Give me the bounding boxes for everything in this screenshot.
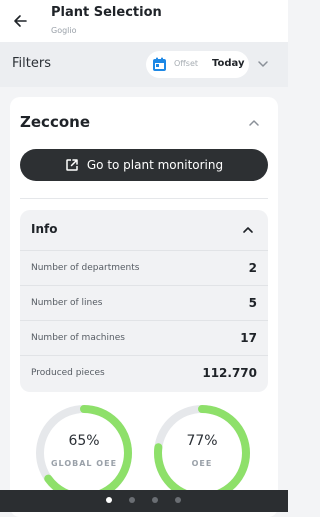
chevron-down-icon[interactable] <box>256 57 270 71</box>
filter-bar: Filters Offset Today <box>0 42 288 87</box>
go-to-plant-monitoring-button[interactable]: Go to plant monitoring <box>20 149 268 181</box>
row-value: 2 <box>248 261 257 275</box>
chevron-up-icon[interactable] <box>248 117 260 129</box>
gauge-value: 65% <box>68 433 100 449</box>
page-dot[interactable] <box>152 497 158 503</box>
date-offset-selector[interactable]: Offset Today <box>146 51 249 78</box>
oee-gauge: 77% OEE <box>152 403 252 503</box>
global-oee-gauge: 65% GLOBAL OEE <box>34 403 134 503</box>
open-external-icon <box>66 159 78 171</box>
info-row-departments: Number of departments 2 <box>20 250 268 286</box>
row-label: Produced pieces <box>31 368 105 378</box>
gauge-label: OEE <box>191 459 213 468</box>
page-dot[interactable] <box>129 497 135 503</box>
gauge-value: 77% <box>186 433 218 449</box>
divider <box>20 198 268 199</box>
calendar-icon <box>153 57 166 71</box>
page-dot[interactable] <box>106 497 112 503</box>
app-bar: Plant Selection Goglio <box>0 0 288 42</box>
info-title: Info <box>31 222 58 236</box>
date-value: Today <box>212 58 245 69</box>
info-row-produced-pieces: Produced pieces 112.770 <box>20 355 268 391</box>
page-subtitle: Goglio <box>51 26 77 35</box>
row-value: 5 <box>248 296 257 310</box>
gauge-label: GLOBAL OEE <box>50 459 118 468</box>
chevron-up-icon[interactable] <box>242 224 254 236</box>
plant-card: Zeccone Go to plant monitoring Info Numb… <box>10 97 278 517</box>
row-value: 17 <box>240 331 257 345</box>
monitor-button-label: Go to plant monitoring <box>86 158 224 172</box>
info-row-machines: Number of machines 17 <box>20 320 268 356</box>
offset-label: Offset <box>174 59 199 68</box>
arrow-left-icon <box>14 15 27 27</box>
row-label: Number of lines <box>31 298 103 308</box>
info-panel: Info Number of departments 2 Number of l… <box>20 210 268 392</box>
info-row-lines: Number of lines 5 <box>20 285 268 321</box>
page-indicator <box>0 490 288 512</box>
row-label: Number of departments <box>31 263 140 273</box>
page-dot[interactable] <box>175 497 181 503</box>
row-label: Number of machines <box>31 333 125 343</box>
row-value: 112.770 <box>202 366 257 380</box>
back-button[interactable] <box>8 9 32 33</box>
filters-label: Filters <box>12 56 51 71</box>
page-title: Plant Selection <box>51 5 162 20</box>
plant-name: Zeccone <box>20 113 90 131</box>
